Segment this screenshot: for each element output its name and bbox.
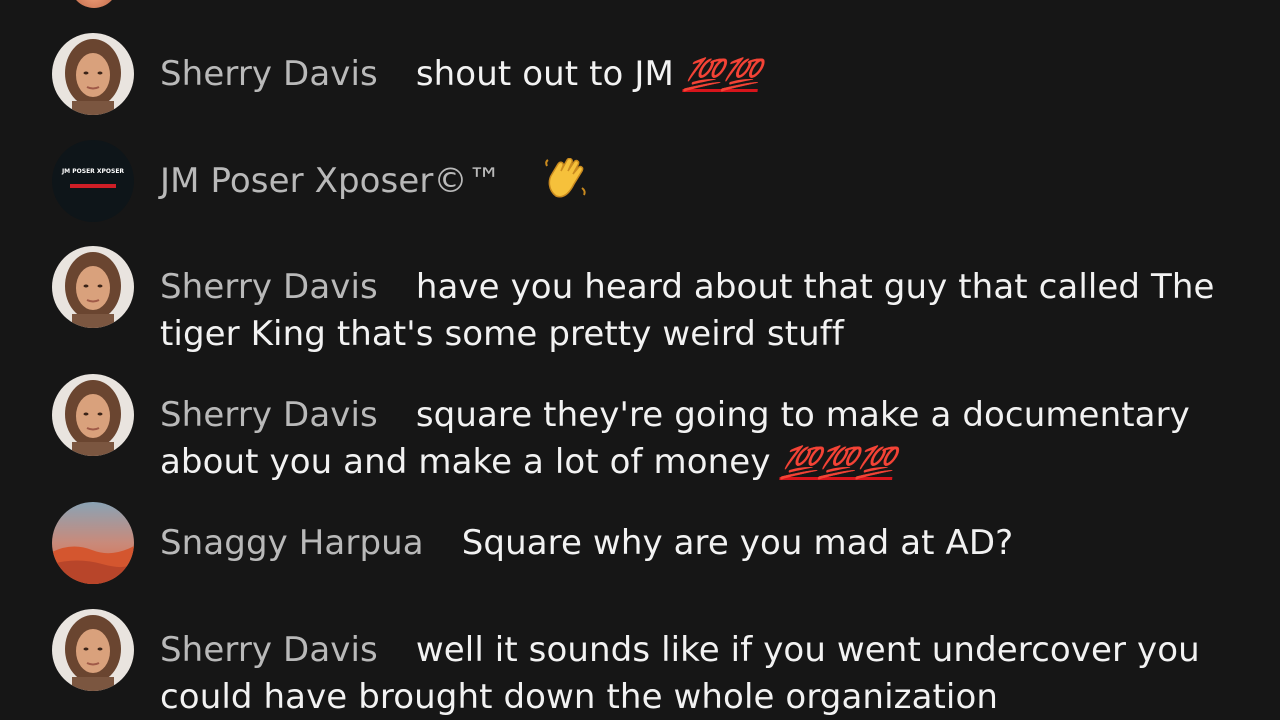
author-name[interactable]: Sherry Davis bbox=[160, 395, 378, 435]
woman-portrait-avatar[interactable] bbox=[52, 33, 134, 115]
message-content: Sherry Davis well it sounds like if you w… bbox=[160, 627, 1240, 720]
woman-portrait-avatar[interactable] bbox=[52, 374, 134, 456]
chat-message: Sherry Davis square they're going to make… bbox=[52, 374, 1242, 482]
author-name[interactable]: Sherry Davis bbox=[160, 630, 378, 670]
woman-portrait-avatar[interactable] bbox=[52, 246, 134, 328]
message-content: Snaggy Harpua Square why are you mad at A… bbox=[160, 520, 1240, 567]
hundred-points-emoji: 💯💯💯 bbox=[778, 445, 896, 481]
chat-message: Snaggy Harpua Square why are you mad at A… bbox=[52, 502, 1242, 584]
author-name[interactable]: JM Poser Xposer©™ bbox=[160, 161, 502, 201]
landscape-avatar[interactable] bbox=[52, 502, 134, 584]
author-name[interactable]: Snaggy Harpua bbox=[160, 523, 424, 563]
chat-message: Sherry Davis have you heard about that gu… bbox=[52, 246, 1242, 354]
message-content: Sherry Davis have you heard about that gu… bbox=[160, 264, 1240, 358]
woman-portrait-avatar[interactable] bbox=[52, 609, 134, 691]
chat-message: Sherry Davis well it sounds like if you w… bbox=[52, 609, 1242, 717]
message-content: Sherry Davis shout out to JM 💯💯 bbox=[160, 51, 1240, 99]
avatar-logo-text: JM POSER XPOSER bbox=[61, 168, 124, 175]
waving-hand-icon bbox=[544, 157, 588, 211]
message-text: shout out to JM bbox=[415, 54, 674, 94]
message-text: Square why are you mad at AD? bbox=[461, 523, 1014, 563]
hundred-points-emoji: 💯💯 bbox=[682, 57, 762, 93]
author-name[interactable]: Sherry Davis bbox=[160, 267, 378, 307]
live-chat-feed: Sherry Davis shout out to JM 💯💯 JM POSER X… bbox=[0, 0, 1280, 720]
author-name[interactable]: Sherry Davis bbox=[160, 54, 378, 94]
message-content: Sherry Davis square they're going to make… bbox=[160, 392, 1240, 487]
message-content: JM Poser Xposer©™ bbox=[160, 157, 1240, 211]
chat-message: Sherry Davis shout out to JM 💯💯 bbox=[52, 33, 1242, 115]
partial-avatar-clipped bbox=[70, 0, 118, 8]
jm-poser-xposer-logo-avatar[interactable]: JM POSER XPOSER bbox=[52, 140, 134, 222]
chat-message: JM POSER XPOSER JM Poser Xposer©™ bbox=[52, 140, 1242, 222]
